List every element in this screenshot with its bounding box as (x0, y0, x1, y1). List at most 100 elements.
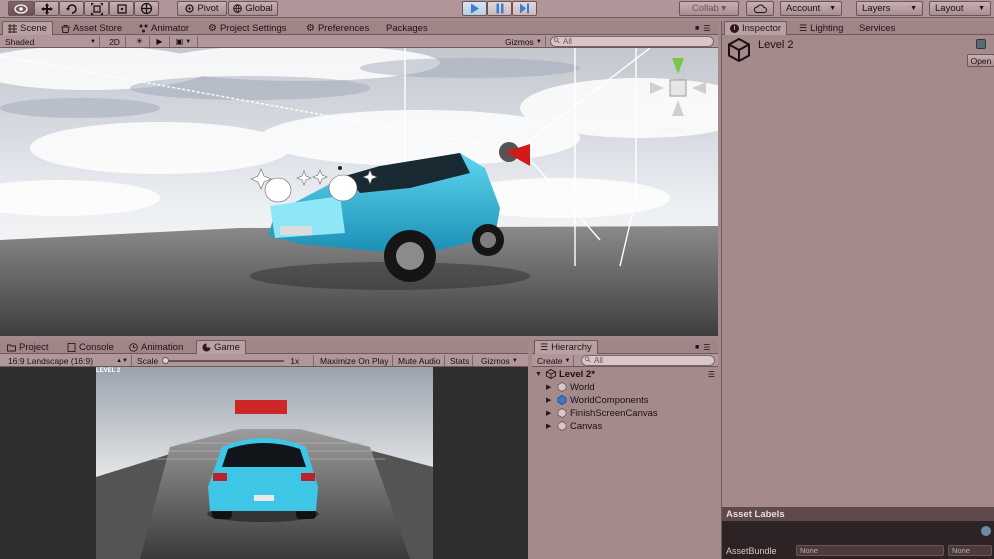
game-icon (202, 343, 211, 352)
view-tool-button[interactable] (8, 1, 34, 16)
step-button[interactable] (512, 1, 537, 16)
collapse-arrow-icon[interactable]: ▶ (546, 383, 554, 391)
maximize-on-play-toggle[interactable]: Maximize On Play (317, 355, 393, 366)
cloud-icon (753, 4, 767, 13)
tab-game[interactable]: Game (196, 340, 246, 354)
tab-label: Scene (20, 23, 47, 34)
animator-icon (139, 24, 148, 32)
collapse-arrow-icon[interactable]: ▶ (546, 409, 554, 417)
cube-icon (557, 382, 567, 392)
tab-preferences[interactable]: ⚙ Preferences (301, 21, 374, 35)
tab-label: Project (19, 341, 49, 353)
create-dropdown[interactable]: Create ▼ (534, 355, 575, 366)
collab-dropdown[interactable]: Collab ▾ (679, 1, 739, 16)
2d-label: 2D (109, 36, 120, 47)
global-toggle-button[interactable]: Global (228, 1, 278, 16)
aspect-dropdown[interactable]: 16:9 Landscape (16:9) ▲▼ (2, 355, 132, 366)
game-gizmos-dropdown[interactable]: Gizmos ▼ (478, 355, 521, 366)
audio-toggle[interactable]: ▶ (150, 36, 170, 47)
tab-animator[interactable]: Animator (134, 21, 194, 35)
tab-services[interactable]: Services (854, 21, 900, 35)
cloud-button[interactable] (746, 1, 774, 16)
move-tool-button[interactable] (34, 1, 59, 16)
hierarchy-pane-menu[interactable]: ■ ☰ (690, 340, 715, 354)
mute-audio-toggle[interactable]: Mute Audio (395, 355, 445, 366)
transform-icon (140, 2, 153, 15)
hierarchy-item-world[interactable]: ▶ World (546, 381, 595, 393)
hierarchy-item-worldcomponents[interactable]: ▶ WorldComponents (546, 394, 649, 406)
pane-menu[interactable]: ■ ☰ (690, 21, 715, 35)
pause-button[interactable] (487, 1, 512, 16)
hierarchy-item-label: Canvas (570, 420, 603, 432)
tab-inspector[interactable]: i Inspector (724, 21, 788, 35)
slider-thumb[interactable] (162, 356, 170, 364)
gear-icon: ⚙ (208, 22, 217, 34)
pivot-icon (185, 4, 195, 13)
scene-name: Level 2* (559, 368, 595, 380)
scale-tool-button[interactable] (84, 1, 109, 16)
settings-icon[interactable] (976, 39, 986, 49)
effects-dropdown[interactable]: ▣ ▼ (170, 36, 198, 47)
hierarchy-item-finishscreencanvas[interactable]: ▶ FinishScreenCanvas (546, 407, 658, 419)
tab-scene[interactable]: Scene (2, 21, 53, 35)
tab-label: Services (859, 22, 896, 34)
tab-packages[interactable]: Packages (381, 21, 433, 35)
tab-project[interactable]: Project (2, 340, 54, 354)
stats-toggle[interactable]: Stats (447, 355, 474, 366)
chevron-down-icon: ▼ (185, 38, 192, 45)
expand-arrow-icon[interactable]: ▼ (535, 371, 543, 378)
unity-logo-icon (728, 37, 750, 65)
hierarchy-search-input[interactable]: All (581, 355, 715, 366)
scale-value: 1x (290, 355, 300, 366)
shading-mode-dropdown[interactable]: Shaded ▼ (2, 36, 100, 47)
assetbundle-label: AssetBundle (726, 546, 777, 556)
open-label: Open (970, 55, 992, 66)
tab-project-settings[interactable]: ⚙ Project Settings (203, 21, 292, 35)
chevron-down-icon: ▼ (910, 5, 917, 12)
game-render (0, 367, 528, 559)
2d-toggle-button[interactable]: 2D (104, 36, 126, 47)
gizmos-label: Gizmos (505, 36, 534, 47)
scene-search-input[interactable]: All (550, 36, 714, 47)
tab-lighting[interactable]: ☰ Lighting (794, 21, 848, 35)
scene-view[interactable]: Persp (0, 48, 718, 336)
pivot-toggle-button[interactable]: Pivot (177, 1, 227, 16)
tab-asset-store[interactable]: Asset Store (56, 21, 127, 35)
tab-animation[interactable]: Animation (124, 340, 188, 354)
chevron-down-icon: ▼ (829, 5, 836, 12)
asset-labels-area (722, 521, 994, 543)
open-button[interactable]: Open (967, 54, 994, 67)
layout-dropdown[interactable]: Layout ▼ (929, 1, 991, 16)
transform-tool-button[interactable] (134, 1, 159, 16)
globe-icon (233, 4, 243, 13)
collapse-arrow-icon[interactable]: ▶ (546, 422, 554, 430)
hierarchy-item-canvas[interactable]: ▶ Canvas (546, 420, 602, 432)
shading-mode-label: Shaded (5, 36, 35, 47)
layers-dropdown[interactable]: Layers ▼ (856, 1, 923, 16)
search-placeholder: All (594, 356, 603, 365)
account-dropdown[interactable]: Account ▼ (780, 1, 842, 16)
play-button[interactable] (462, 1, 487, 16)
tab-console[interactable]: Console (62, 340, 119, 354)
rotate-tool-button[interactable] (59, 1, 84, 16)
lighting-toggle[interactable]: ☀ (130, 36, 150, 47)
hierarchy-scene-row[interactable]: ▼ Level 2* ☰ (535, 368, 715, 380)
store-icon (61, 24, 70, 33)
collapse-arrow-icon[interactable]: ▶ (546, 396, 554, 404)
scale-slider[interactable]: Scale 1x (134, 355, 314, 366)
persp-label[interactable]: Persp (660, 124, 684, 134)
game-view[interactable]: LEVEL 2 (0, 367, 528, 559)
chevron-down-icon: ▼ (535, 38, 542, 45)
assetbundle-variant-dropdown[interactable]: None (948, 545, 992, 556)
tab-hierarchy[interactable]: ☰ Hierarchy (534, 340, 598, 354)
hierarchy-tabstrip: ☰ Hierarchy ■ ☰ (532, 340, 718, 354)
gizmos-dropdown[interactable]: Gizmos ▼ (502, 36, 546, 47)
tag-icon[interactable] (981, 526, 991, 536)
assetbundle-dropdown[interactable]: None (796, 545, 944, 556)
rect-tool-button[interactable] (109, 1, 134, 16)
camera-gizmo (499, 142, 530, 166)
menu-icon[interactable]: ☰ (708, 370, 715, 379)
lighting-icon: ☰ (799, 22, 808, 33)
play-icon (471, 3, 479, 14)
assetbundle-row: AssetBundle None None (722, 543, 994, 559)
